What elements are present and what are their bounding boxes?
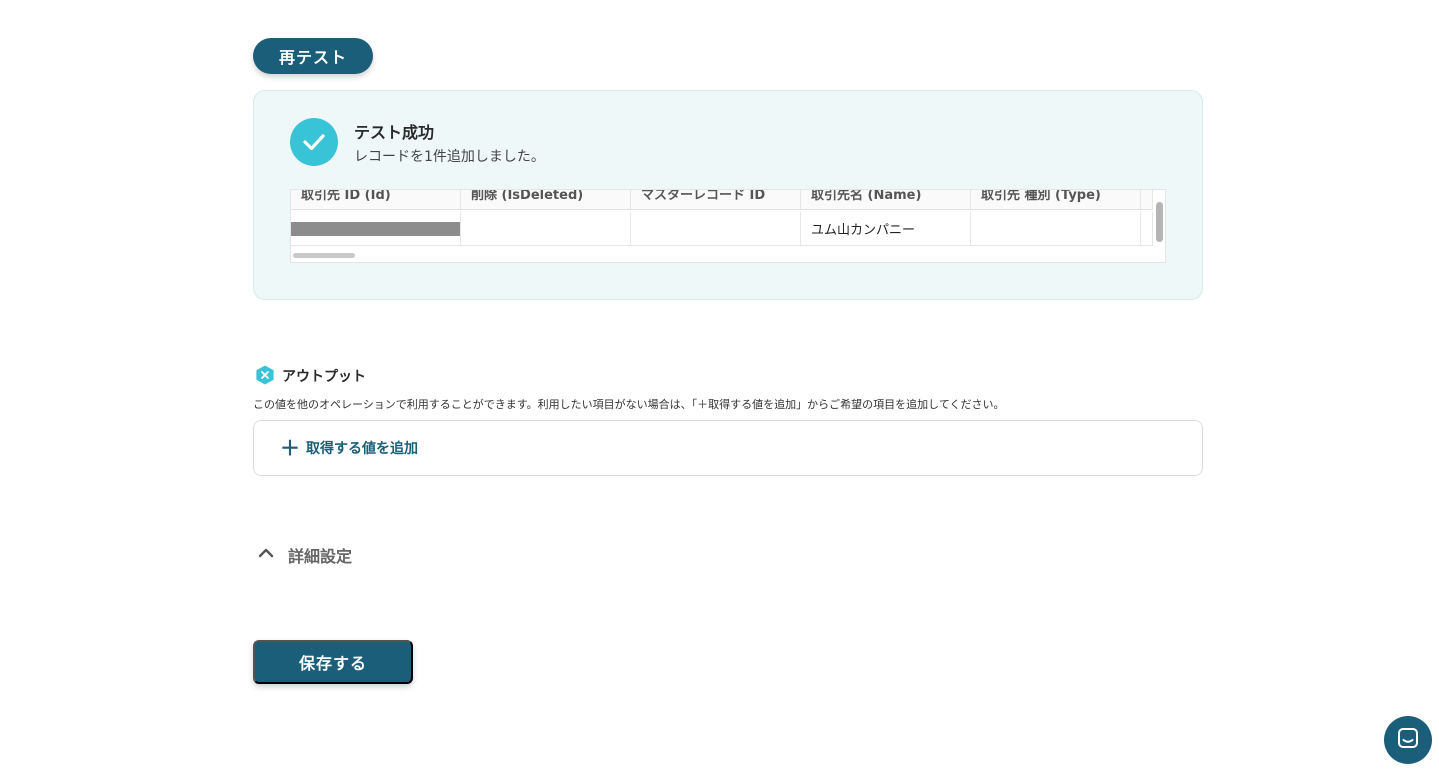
output-title: アウトプット: [282, 369, 366, 385]
advanced-settings-label: 詳細設定: [288, 547, 353, 566]
chevron-up-icon: [256, 543, 276, 567]
test-result-message: レコードを1件追加しました。: [354, 149, 545, 165]
advanced-settings-toggle[interactable]: 詳細設定: [256, 543, 352, 567]
output-description: この値を他のオペレーションで利用することができます。利用したい項目がない場合は、…: [253, 398, 1005, 411]
add-value-box: ＋ 取得する値を追加: [253, 420, 1203, 476]
horizontal-scrollbar[interactable]: [293, 253, 355, 258]
save-button[interactable]: 保存する: [253, 640, 413, 684]
result-table[interactable]: 取引先 ID (Id) 削除 (IsDeleted) マスターレコード ID 取…: [290, 189, 1166, 263]
chat-icon: [1396, 726, 1420, 754]
redacted-value: [291, 221, 460, 236]
retest-button[interactable]: 再テスト: [253, 38, 373, 74]
table-header-row: 取引先 ID (Id) 削除 (IsDeleted) マスターレコード ID 取…: [291, 190, 1153, 210]
test-result-title: テスト成功: [354, 123, 435, 142]
table-header-cell: [1141, 190, 1153, 209]
table-cell: [291, 212, 461, 245]
table-header-cell: マスターレコード ID: [631, 190, 801, 209]
add-value-label: 取得する値を追加: [306, 441, 418, 457]
table-cell: ユム山カンパニー: [801, 212, 971, 245]
table-header-cell: 取引先名 (Name): [801, 190, 971, 209]
chat-button[interactable]: [1384, 716, 1432, 764]
table-cell: [1141, 212, 1153, 245]
vertical-scrollbar[interactable]: [1156, 202, 1163, 242]
output-x-icon: [255, 365, 275, 385]
table-cell: [971, 212, 1141, 245]
table-cell: [461, 212, 631, 245]
test-result-panel: テスト成功 レコードを1件追加しました。 取引先 ID (Id) 削除 (IsD…: [253, 90, 1203, 300]
plus-icon: ＋: [280, 436, 300, 460]
table-cell: [631, 212, 801, 245]
table-header-cell: 削除 (IsDeleted): [461, 190, 631, 209]
check-icon: [290, 118, 338, 166]
table-header-cell: 取引先 種別 (Type): [971, 190, 1141, 209]
table-row: ユム山カンパニー: [291, 212, 1153, 246]
table-header-cell: 取引先 ID (Id): [291, 190, 461, 209]
add-value-button[interactable]: ＋ 取得する値を追加: [280, 438, 418, 458]
